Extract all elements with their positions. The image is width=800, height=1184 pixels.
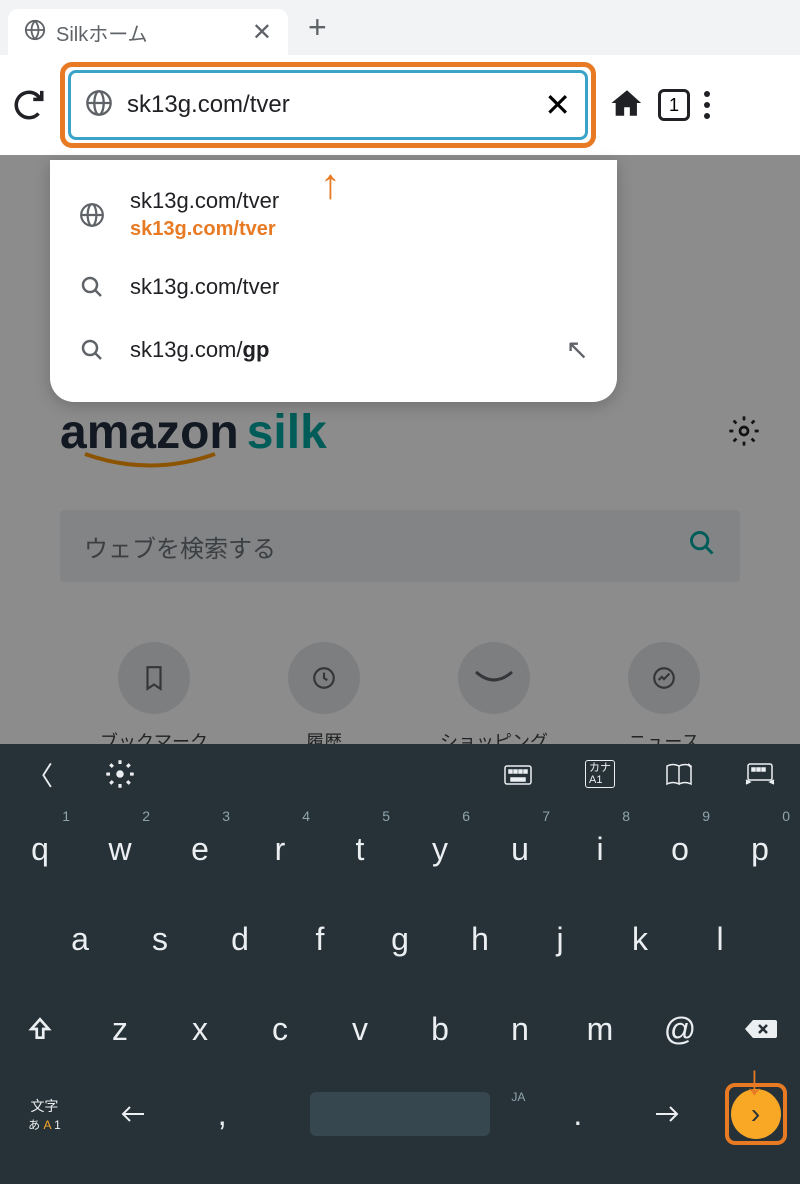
- key-d[interactable]: d: [200, 894, 280, 984]
- right-arrow-key[interactable]: [622, 1104, 711, 1124]
- insert-arrow-icon[interactable]: ↖: [566, 333, 589, 366]
- kb-kana-icon[interactable]: カナA1: [560, 760, 640, 788]
- close-tab-icon[interactable]: ✕: [252, 18, 272, 47]
- browser-toolbar: ✕ 1: [0, 55, 800, 155]
- url-input[interactable]: [127, 91, 530, 119]
- keyboard-row-2: asdfghjkl: [0, 894, 800, 984]
- suggestion-subtext: sk13g.com/tver: [130, 218, 589, 241]
- suggestion-text: sk13g.com/gp: [130, 337, 542, 363]
- key-t[interactable]: t5: [320, 804, 400, 894]
- annotation-arrow-down: ↓: [744, 1056, 765, 1104]
- kb-settings-icon[interactable]: [80, 759, 160, 789]
- keyboard-toolbar: 〈 カナA1: [0, 744, 800, 804]
- url-bar-highlight: ✕: [60, 62, 596, 148]
- key-s[interactable]: s: [120, 894, 200, 984]
- key-i[interactable]: i8: [560, 804, 640, 894]
- key-w[interactable]: w2: [80, 804, 160, 894]
- kb-keyboard-icon[interactable]: [480, 762, 560, 786]
- key-f[interactable]: f: [280, 894, 360, 984]
- url-bar[interactable]: ✕: [68, 70, 588, 140]
- comma-key[interactable]: ,: [178, 1096, 267, 1133]
- key-p[interactable]: p0: [720, 804, 800, 894]
- suggestion-text: sk13g.com/tver: [130, 188, 589, 214]
- key-v[interactable]: v: [320, 984, 400, 1074]
- suggestion-text: sk13g.com/tver: [130, 274, 589, 300]
- left-arrow-key[interactable]: [89, 1104, 178, 1124]
- key-j[interactable]: j: [520, 894, 600, 984]
- new-tab-button[interactable]: +: [308, 9, 327, 46]
- moji-key[interactable]: 文字あ A 1: [0, 1096, 89, 1133]
- key-c[interactable]: c: [240, 984, 320, 1074]
- period-key[interactable]: .: [533, 1096, 622, 1133]
- key-e[interactable]: e3: [160, 804, 240, 894]
- key-m[interactable]: m: [560, 984, 640, 1074]
- keyboard-row-1: q1w2e3r4t5y6u7i8o9p0: [0, 804, 800, 894]
- home-icon[interactable]: [610, 86, 644, 125]
- globe-icon: [78, 201, 106, 229]
- key-b[interactable]: b: [400, 984, 480, 1074]
- reload-icon[interactable]: [12, 88, 46, 122]
- tab-title: Silkホーム: [56, 18, 242, 47]
- key-@[interactable]: @: [640, 984, 720, 1074]
- on-screen-keyboard: 〈 カナA1 q1w2e3r4t5y6u7i8o9p0 asdfghjkl zx…: [0, 744, 800, 1184]
- annotation-arrow-up: ↑: [320, 160, 341, 208]
- suggestion-item[interactable]: sk13g.com/gp ↖: [50, 317, 617, 382]
- key-x[interactable]: x: [160, 984, 240, 1074]
- key-o[interactable]: o9: [640, 804, 720, 894]
- key-r[interactable]: r4: [240, 804, 320, 894]
- key-h[interactable]: h: [440, 894, 520, 984]
- key-g[interactable]: g: [360, 894, 440, 984]
- kb-layout-icon[interactable]: [720, 762, 800, 786]
- shift-key[interactable]: [0, 984, 80, 1074]
- key-n[interactable]: n: [480, 984, 560, 1074]
- browser-tab[interactable]: Silkホーム ✕: [8, 9, 288, 55]
- globe-icon: [85, 89, 113, 122]
- search-icon: [78, 336, 106, 364]
- suggestion-item[interactable]: sk13g.com/tver: [50, 257, 617, 317]
- tabs-button[interactable]: 1: [658, 89, 690, 121]
- globe-icon: [24, 19, 46, 46]
- keyboard-bottom-row: 文字あ A 1 , JA . ›: [0, 1074, 800, 1154]
- menu-icon[interactable]: [704, 91, 710, 119]
- key-k[interactable]: k: [600, 894, 680, 984]
- key-u[interactable]: u7: [480, 804, 560, 894]
- keyboard-row-3: zxcvbnm@: [0, 984, 800, 1074]
- kb-dictionary-icon[interactable]: [640, 762, 720, 786]
- tab-bar: Silkホーム ✕ +: [0, 0, 800, 55]
- clear-url-icon[interactable]: ✕: [544, 86, 571, 124]
- key-l[interactable]: l: [680, 894, 760, 984]
- key-y[interactable]: y6: [400, 804, 480, 894]
- key-a[interactable]: a: [40, 894, 120, 984]
- key-z[interactable]: z: [80, 984, 160, 1074]
- kb-back-icon[interactable]: 〈: [0, 756, 80, 793]
- space-key[interactable]: JA: [267, 1092, 534, 1136]
- search-icon: [78, 273, 106, 301]
- tabs-count: 1: [658, 89, 690, 121]
- key-q[interactable]: q1: [0, 804, 80, 894]
